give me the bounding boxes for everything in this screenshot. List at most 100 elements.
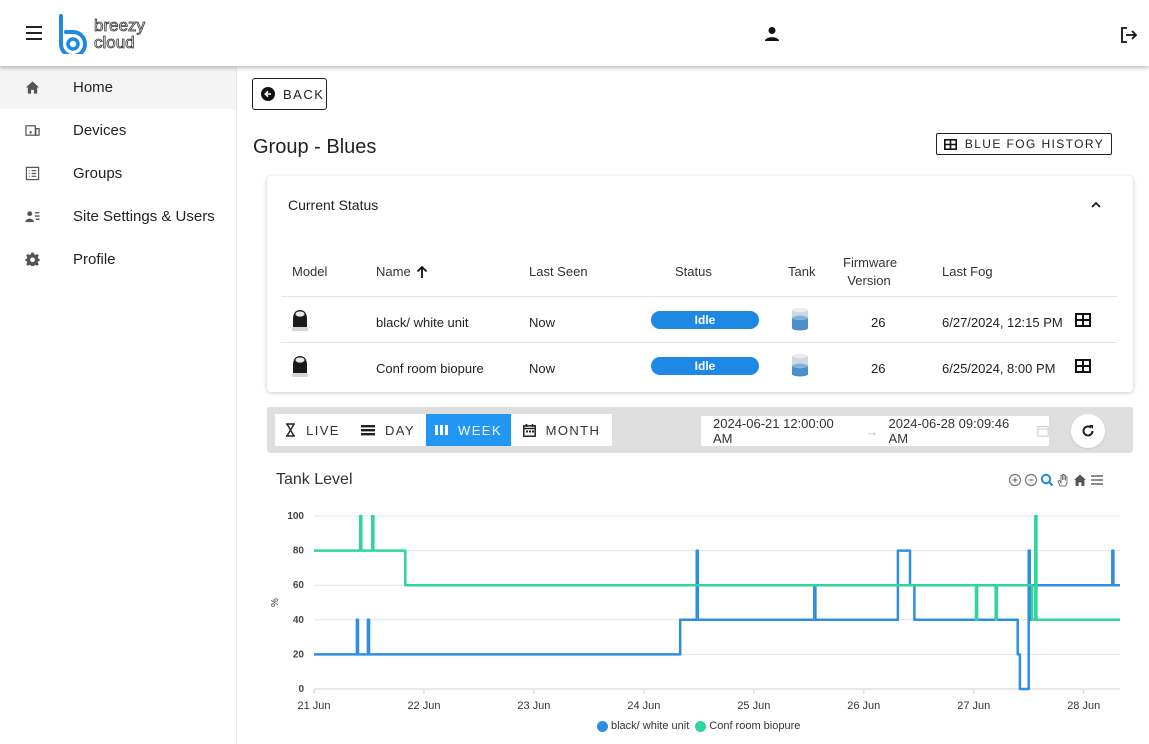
refresh-button[interactable] bbox=[1071, 414, 1105, 448]
column-header-tank: Tank bbox=[788, 264, 816, 279]
range-segment-label: DAY bbox=[385, 422, 415, 438]
range-segment-label: WEEK bbox=[458, 422, 502, 438]
device-last-fog: 6/27/2024, 12:15 PM bbox=[942, 315, 1063, 330]
calendar-icon bbox=[1037, 426, 1049, 437]
zoom-in-icon[interactable] bbox=[1008, 473, 1022, 487]
magnifier-icon[interactable] bbox=[1040, 473, 1054, 487]
site-settings-icon bbox=[25, 211, 40, 223]
week-columns-icon bbox=[435, 425, 449, 435]
sidebar-item-label: Profile bbox=[73, 251, 116, 268]
back-button-label: BACK bbox=[283, 86, 325, 102]
device-last-fog: 6/25/2024, 8:00 PM bbox=[942, 361, 1056, 376]
device-firmware: 26 bbox=[871, 315, 886, 330]
y-tick-label: 60 bbox=[293, 580, 305, 591]
firmware-header-line2: Version bbox=[847, 273, 891, 288]
back-button[interactable]: BACK bbox=[252, 78, 327, 110]
sidebar-item-home[interactable]: Home bbox=[0, 66, 236, 109]
sidebar-item-devices[interactable]: Devices bbox=[0, 109, 236, 152]
time-range-toolbar: LIVE DAY WEEK MONTH 2024-06-21 12:00:00 … bbox=[267, 407, 1133, 453]
gear-icon bbox=[25, 252, 40, 267]
device-firmware: 26 bbox=[871, 361, 886, 376]
refresh-icon bbox=[1082, 425, 1094, 437]
x-tick-label: 21 Jun bbox=[297, 700, 330, 712]
column-header-name-label: Name bbox=[376, 264, 411, 279]
legend-item[interactable]: Conf room biopure bbox=[695, 720, 800, 732]
x-tick-label: 25 Jun bbox=[737, 700, 770, 712]
blue-fog-history-label: BLUE FOG HISTORY bbox=[964, 137, 1105, 151]
date-range-arrow: → bbox=[865, 423, 879, 439]
sidebar-item-site-settings[interactable]: Site Settings & Users bbox=[0, 195, 236, 238]
day-bars-icon bbox=[361, 425, 376, 436]
y-tick-label: 0 bbox=[298, 684, 304, 695]
sidebar-item-profile[interactable]: Profile bbox=[0, 238, 236, 281]
device-last-seen: Now bbox=[529, 361, 556, 376]
device-name: black/ white unit bbox=[376, 315, 469, 330]
logo-text-line2: cloud bbox=[94, 33, 135, 52]
range-segment-day[interactable]: DAY bbox=[350, 414, 426, 446]
pan-hand-icon[interactable] bbox=[1057, 474, 1068, 487]
top-app-bar: breezy cloud bbox=[0, 0, 1149, 66]
range-segment-live[interactable]: LIVE bbox=[275, 414, 350, 446]
chart-toolbar bbox=[1008, 473, 1103, 487]
table-icon bbox=[943, 138, 957, 150]
legend-marker bbox=[695, 720, 707, 732]
tank-level-icon bbox=[792, 307, 808, 331]
chevron-up-icon[interactable] bbox=[1089, 198, 1103, 212]
legend-marker bbox=[597, 720, 608, 732]
blue-fog-history-button[interactable]: BLUE FOG HISTORY bbox=[936, 133, 1112, 155]
status-badge: Idle bbox=[651, 311, 759, 329]
date-range-start: 2024-06-21 12:00:00 AM bbox=[713, 416, 834, 446]
x-tick-label: 24 Jun bbox=[627, 700, 660, 712]
firmware-header-line1: Firmware bbox=[843, 255, 898, 270]
range-segment-month[interactable]: MONTH bbox=[511, 414, 612, 446]
date-range-end: 2024-06-28 09:09:46 AM bbox=[888, 416, 1010, 446]
y-axis-label: % bbox=[270, 598, 281, 607]
header-divider bbox=[281, 296, 1117, 297]
legend-label: black/ white unit bbox=[611, 720, 690, 732]
chart-menu-icon[interactable] bbox=[1091, 475, 1103, 485]
groups-icon bbox=[25, 166, 40, 181]
arrow-up-icon bbox=[416, 265, 427, 278]
sidebar-item-label: Groups bbox=[73, 165, 123, 182]
calendar-icon bbox=[522, 423, 536, 437]
x-tick-label: 22 Jun bbox=[407, 700, 440, 712]
y-tick-label: 100 bbox=[287, 511, 304, 522]
column-header-status: Status bbox=[675, 264, 712, 279]
y-tick-label: 40 bbox=[293, 615, 305, 626]
main-content: BACK Group - Blues BLUE FOG HISTORY Curr… bbox=[237, 66, 1149, 744]
current-status-card: Current Status Model Name Last Seen Stat… bbox=[267, 176, 1133, 392]
date-range-picker[interactable]: 2024-06-21 12:00:00 AM → 2024-06-28 09:0… bbox=[701, 416, 1049, 446]
sidebar-item-label: Home bbox=[73, 79, 114, 96]
reset-zoom-home-icon[interactable] bbox=[1074, 474, 1086, 487]
column-header-last-fog: Last Fog bbox=[942, 264, 993, 279]
range-segment-week[interactable]: WEEK bbox=[426, 414, 511, 446]
column-header-last-seen: Last Seen bbox=[529, 264, 588, 279]
sidebar-item-label: Site Settings & Users bbox=[73, 208, 215, 225]
legend-item[interactable]: black/ white unit bbox=[597, 720, 689, 732]
page-title: Group - Blues bbox=[253, 136, 377, 158]
range-segment-label: LIVE bbox=[306, 422, 340, 438]
x-tick-label: 26 Jun bbox=[847, 700, 880, 712]
fog-history-table-icon[interactable] bbox=[1075, 359, 1091, 373]
zoom-out-icon[interactable] bbox=[1024, 473, 1038, 487]
fog-history-table-icon[interactable] bbox=[1075, 313, 1091, 327]
series-line-2 bbox=[314, 514, 1120, 622]
column-header-firmware: Firmware Version bbox=[843, 254, 898, 290]
home-icon bbox=[25, 81, 40, 94]
devices-icon bbox=[25, 125, 40, 136]
column-header-name[interactable]: Name bbox=[376, 264, 429, 279]
logout-icon[interactable] bbox=[1120, 26, 1138, 44]
y-tick-label: 80 bbox=[293, 546, 305, 557]
sidebar: Home Devices Groups Site Settings & User… bbox=[0, 66, 237, 744]
y-tick-label: 20 bbox=[293, 649, 305, 660]
sidebar-item-groups[interactable]: Groups bbox=[0, 152, 236, 195]
arrow-left-circle-icon bbox=[261, 87, 275, 101]
legend-label: Conf room biopure bbox=[709, 720, 801, 732]
status-badge: Idle bbox=[651, 357, 759, 375]
menu-icon[interactable] bbox=[26, 26, 42, 40]
x-tick-label: 28 Jun bbox=[1067, 700, 1100, 712]
device-last-seen: Now bbox=[529, 315, 556, 330]
chart-legend: black/ white unit Conf room biopure bbox=[597, 720, 806, 732]
user-icon[interactable] bbox=[764, 26, 780, 42]
row-divider bbox=[281, 342, 1117, 343]
